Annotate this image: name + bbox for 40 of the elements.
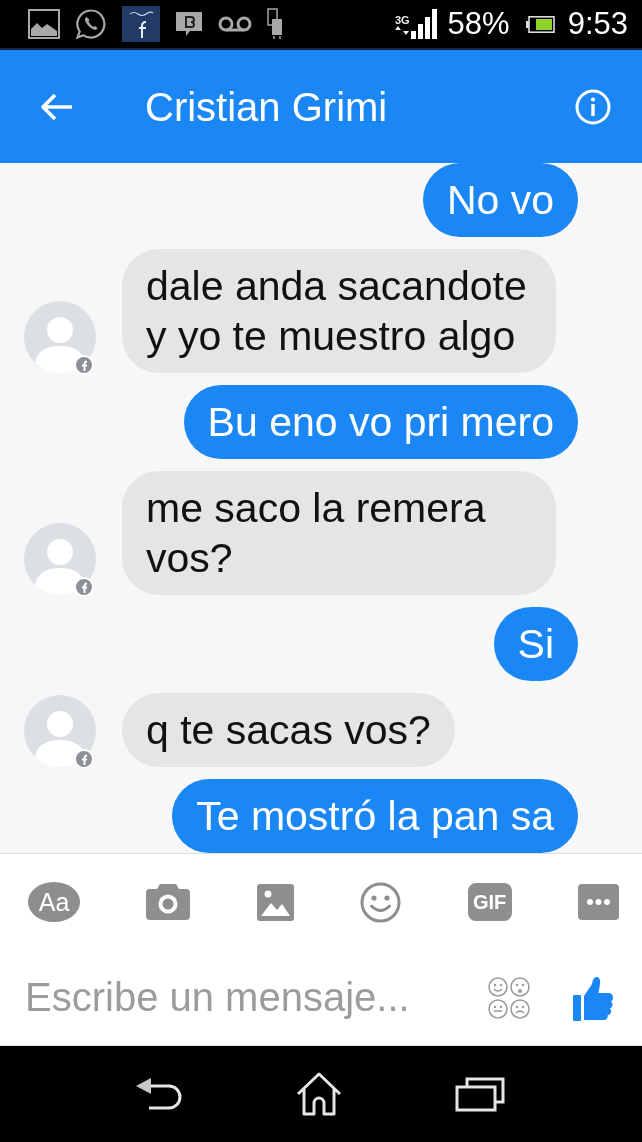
more-icon[interactable] xyxy=(577,884,619,920)
back-arrow-icon[interactable] xyxy=(40,91,74,122)
recent-apps-icon[interactable] xyxy=(455,1076,507,1112)
message-bubble: Bu eno vo pri mero xyxy=(183,385,578,459)
badge-icon xyxy=(74,577,94,597)
network-label: 3G xyxy=(394,13,410,26)
smiley-icon[interactable] xyxy=(360,881,402,923)
emoji-grid-icon[interactable] xyxy=(487,975,531,1020)
message-bubble: No vo xyxy=(422,163,578,237)
thumbs-up-icon[interactable] xyxy=(573,974,613,1021)
message-bubble: Si xyxy=(493,607,578,681)
data-arrows-icon xyxy=(395,25,410,35)
battery-percent: 58% xyxy=(447,6,510,42)
text-format-button[interactable]: Aa xyxy=(28,882,80,922)
phone-bubble-icon xyxy=(75,8,107,40)
avatar-icon xyxy=(24,523,96,595)
contact-name: Cristian Grimi xyxy=(145,83,388,131)
message-bubble: Te mostró la pan sa xyxy=(172,779,578,853)
avatar-icon xyxy=(24,301,96,373)
message-bubble: q te sacas vos? xyxy=(122,693,455,767)
app-tile-icon xyxy=(122,6,160,42)
image-icon[interactable] xyxy=(256,883,294,921)
message-input[interactable]: Escribe un mensaje... xyxy=(25,972,471,1023)
badge-icon xyxy=(74,749,94,769)
info-icon[interactable] xyxy=(575,88,611,125)
home-icon[interactable] xyxy=(295,1072,343,1116)
clock: 9:53 xyxy=(567,6,628,42)
message-bubble: me saco la remera vos? xyxy=(122,471,556,595)
device-icon xyxy=(267,8,283,40)
badge-icon xyxy=(74,355,94,375)
gif-button[interactable]: GIF xyxy=(467,883,512,921)
message-icon xyxy=(175,10,203,38)
back-icon[interactable] xyxy=(135,1077,183,1111)
image-icon xyxy=(28,9,60,39)
signal-icon xyxy=(410,9,437,39)
avatar-icon xyxy=(24,695,96,767)
battery-icon xyxy=(525,15,555,33)
camera-icon[interactable] xyxy=(146,884,191,920)
voicemail-icon xyxy=(218,15,252,33)
message-bubble: dale anda sacandote y yo te muestro algo xyxy=(122,249,556,373)
